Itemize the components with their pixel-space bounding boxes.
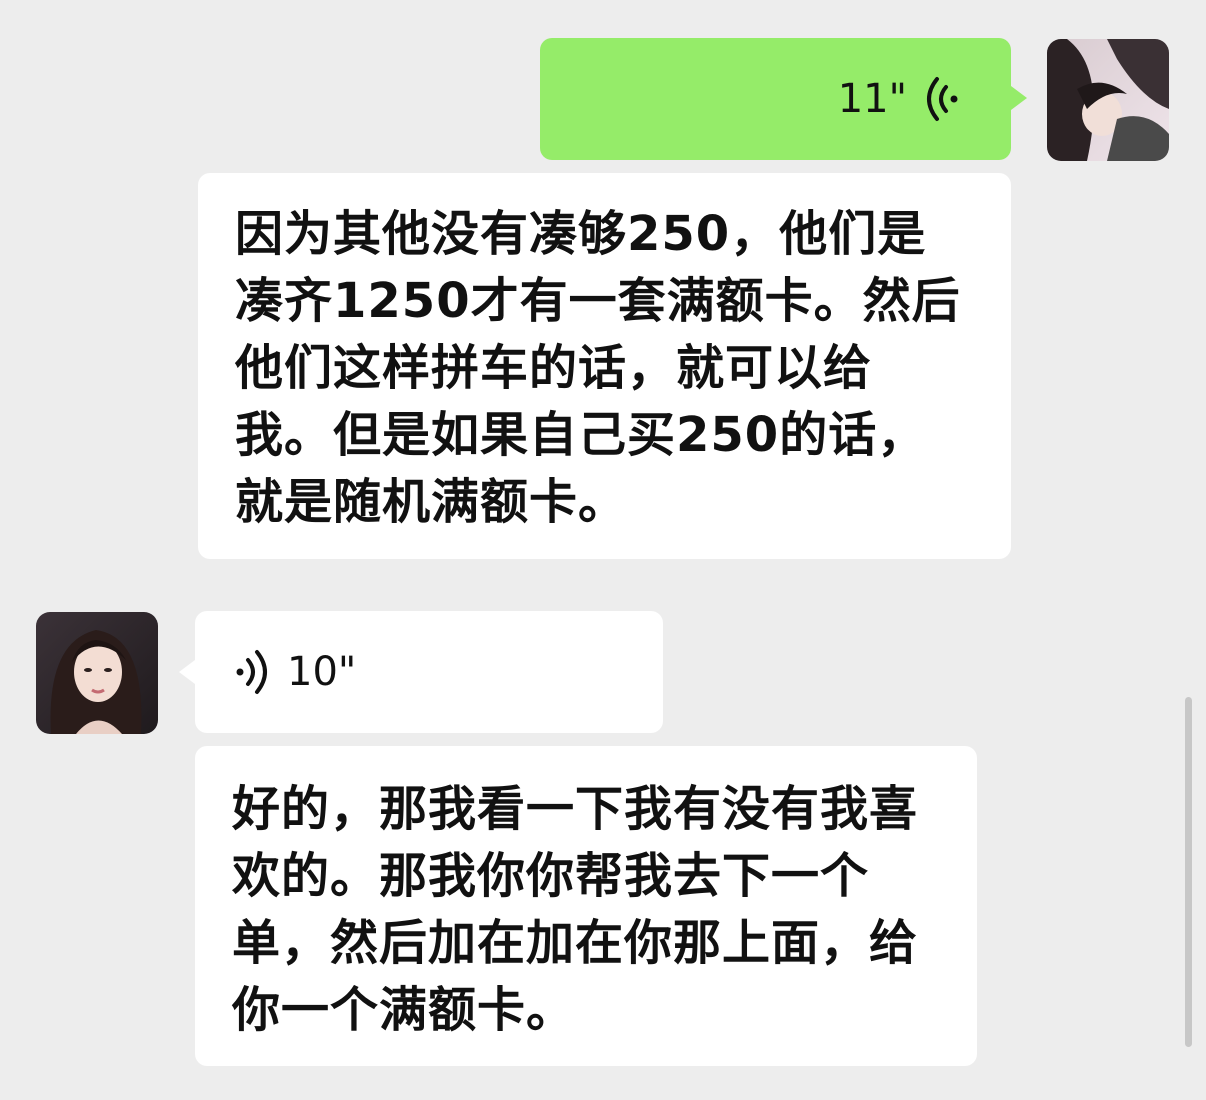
- voice-wave-icon: [235, 649, 271, 695]
- my-avatar[interactable]: [1047, 39, 1169, 161]
- contact-avatar[interactable]: [36, 612, 158, 734]
- contact-voice-bubble[interactable]: 10": [195, 611, 663, 733]
- contact-voice-content: 10": [235, 649, 356, 695]
- my-avatar-image: [1047, 39, 1169, 161]
- contact-transcript-bubble[interactable]: 好的，那我看一下我有没有我喜 欢的。那我你你帮我去下一个 单，然后加在加在你那上…: [195, 746, 977, 1066]
- contact-voice-duration: 10": [287, 649, 357, 695]
- my-transcript-bubble[interactable]: 因为其他没有凑够250，他们是 凑齐1250才有一套满额卡。然后 他们这样拼车的…: [198, 173, 1011, 559]
- my-voice-duration: 11": [837, 76, 907, 122]
- my-voice-bubble[interactable]: 11": [540, 38, 1011, 160]
- contact-avatar-image: [36, 612, 158, 734]
- contact-transcript-text: 好的，那我看一下我有没有我喜 欢的。那我你你帮我去下一个 单，然后加在加在你那上…: [232, 781, 919, 1038]
- my-transcript-text: 因为其他没有凑够250，他们是 凑齐1250才有一套满额卡。然后 他们这样拼车的…: [235, 206, 961, 530]
- chat-window: 11" 因为其他没有凑够250，他们是 凑齐1250才有一套满额卡。然后 他们这…: [0, 0, 1206, 1100]
- voice-wave-icon: [923, 76, 959, 122]
- scrollbar[interactable]: [1185, 697, 1192, 1047]
- contact-voice-bubble-tail: [179, 660, 195, 684]
- my-voice-content: 11": [838, 76, 959, 122]
- my-voice-bubble-tail: [1011, 86, 1027, 110]
